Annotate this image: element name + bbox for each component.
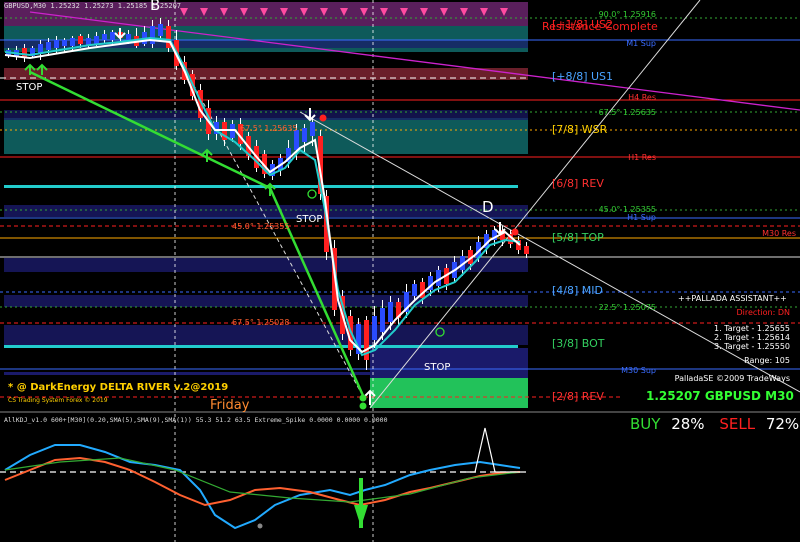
stop-label-1: STOP [16,82,43,93]
sell-value: 72% [765,415,800,433]
candle-body [294,130,299,150]
oscillator-pane [0,427,530,530]
fib-675-top-label: 67.5° 1.25635 [240,124,298,133]
assistant-range: Range: 105 [744,356,790,365]
assistant-direction: Direction: DN [736,308,790,317]
assistant-copyright: PalladaSE ©2009 TradeWays [674,374,790,383]
candle-body [388,302,393,322]
moving-averages [4,36,521,357]
murrey-level-label: [2/8] REV [552,390,604,403]
candle-body [302,128,307,142]
murrey-level-label: [5/8] TOP [552,231,604,244]
assistant-target-1: 1. Target - 1.25655 [714,324,790,333]
candle-body [78,36,83,44]
candle-body [412,284,417,296]
right-level-label: H4 Res [628,93,656,102]
candle-body [380,308,385,332]
right-level-label: M30 Res [762,229,796,238]
right-level-label: H1 Res [628,153,656,162]
assistant-target-2: 2. Target - 1.25614 [714,333,790,342]
right-level-label: M30 Sup [621,366,656,375]
buy-value: 28% [671,415,705,433]
candle-body [524,246,529,254]
fib-45-label: 45.0° 1.25355 [232,222,290,231]
murrey-level-label: [3/8] BOT [552,337,605,350]
right-level-label: H1 Sup [627,213,656,222]
indicator-subtitle: CS Trading System Forex © 2019 [8,397,108,404]
candle-body [372,316,377,340]
stop-label-3: STOP [424,362,451,373]
candle-body [94,36,99,44]
right-level-label: 22.5° 1.25075 [599,303,656,312]
sell-label: SELL [719,415,756,433]
pattern-letter-d: D [482,198,494,216]
candle-body [310,122,315,136]
candle-body [102,34,107,40]
zone-bands [4,2,528,408]
right-level-label: M1 Sup [626,39,656,48]
candle-body [54,40,59,48]
candle-body [70,38,75,46]
candle-body [46,42,51,50]
oscillator-title: AllKDJ_v1.0 600+[M30](0.20,SMA(5),SMA(9)… [4,416,388,424]
fib-67-label: 67.5° 1.25028 [232,318,290,327]
candle-body [110,32,115,40]
sentiment-widget: BUY 28% SELL 72% [630,415,799,433]
murrey-level-label: [6/8] REV [552,177,604,190]
stop-label-2: STOP [296,214,323,225]
candle-body [158,24,163,36]
buy-label: BUY [630,415,661,433]
assistant-title: ++PALLADA ASSISTANT++ [678,294,787,303]
day-label: Friday [210,398,250,413]
assistant-target-3: 3. Target - 1.25550 [714,342,790,351]
candle-body [62,40,67,46]
murrey-level-label: [4/8] MID [552,284,603,297]
current-price-line: 1.25207 GBPUSD M30 [646,389,794,403]
murrey-level-label: [+8/8] US1 [552,70,613,83]
price-chart[interactable]: 90.0° 1.25916M1 SupH4 Res67.5° 1.25635H1… [0,0,800,542]
pattern-letter-b: B [150,0,161,14]
indicator-name: * @ DarkEnergy DELTA RIVER v.2@2019 [8,382,229,393]
murrey-level-label: [7/8] WSR [552,123,608,136]
right-level-label: 67.5° 1.25635 [599,108,656,117]
pallada-assistant-panel: ++PALLADA ASSISTANT++ Direction: DN 1. T… [660,294,798,383]
resistance-complete-label: Resistance Complete [542,20,658,33]
